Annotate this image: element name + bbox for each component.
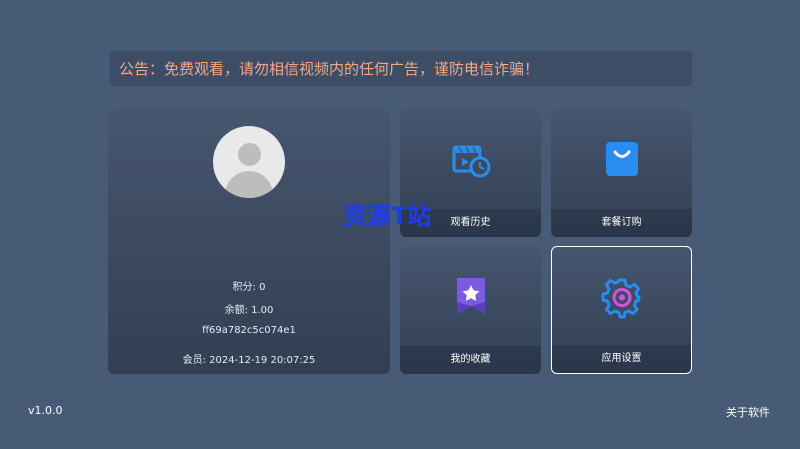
tile-label: 应用设置 [552, 345, 691, 373]
tile-plan-subscription[interactable]: 套餐订购 [551, 109, 692, 237]
about-software-button[interactable]: 关于软件 [726, 404, 770, 420]
points-text: 积分: 0 [232, 282, 266, 293]
tile-my-favorites[interactable]: 我的收藏 [400, 246, 541, 374]
gear-icon [600, 275, 644, 319]
tile-label: 套餐订购 [551, 209, 692, 237]
watermark-text: 资源T站 [343, 202, 432, 230]
announcement-text: 公告：免费观看，请勿相信视频内的任何广告，谨防电信诈骗！ [119, 60, 540, 78]
tile-app-settings[interactable]: 应用设置 [551, 246, 692, 374]
announcement-banner: 公告：免费观看，请勿相信视频内的任何广告，谨防电信诈骗！ [110, 51, 692, 86]
balance-text: 余额: 1.00 [224, 305, 274, 316]
avatar [213, 126, 285, 198]
device-id-text: ff69a782c5c074e1 [202, 325, 296, 336]
bookmark-star-icon [449, 274, 493, 318]
history-icon [449, 137, 493, 181]
membership-expiry-text: 会员: 2024-12-19 20:07:25 [182, 355, 316, 366]
shopping-bag-icon [600, 137, 644, 181]
profile-card[interactable]: 积分: 0 余额: 1.00 ff69a782c5c074e1 会员: 2024… [108, 109, 390, 374]
tile-label: 我的收藏 [400, 346, 541, 374]
version-text: v1.0.0 [28, 404, 63, 417]
